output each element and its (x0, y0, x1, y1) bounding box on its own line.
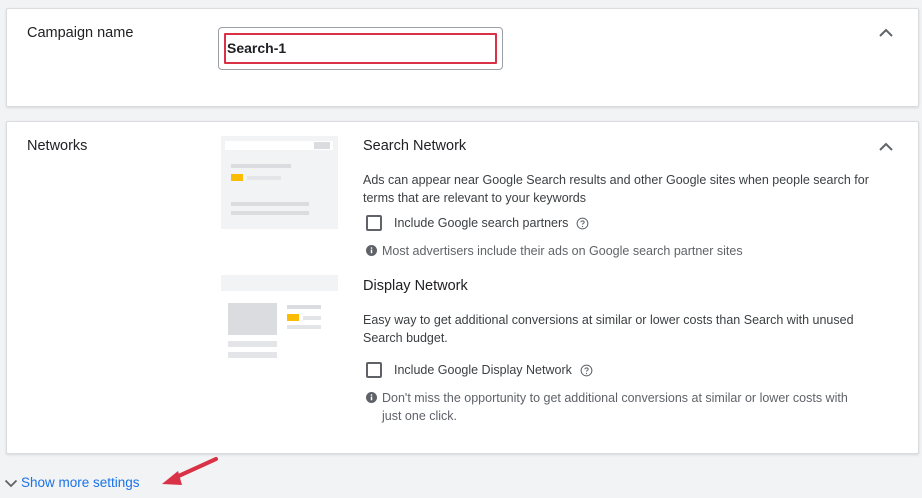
info-circle-icon (366, 392, 377, 403)
show-more-settings-label: Show more settings (21, 475, 140, 490)
display-network-description: Easy way to get additional conversions a… (363, 313, 854, 345)
illus-line (287, 325, 321, 329)
display-network-checkbox[interactable] (366, 362, 382, 378)
search-partners-info-text: Most advertisers include their ads on Go… (382, 244, 743, 258)
chevron-up-icon[interactable] (878, 25, 894, 41)
illus-ad-badge (231, 174, 243, 181)
display-network-checkbox-row[interactable]: Include Google Display Network (366, 362, 593, 378)
display-network-label: Include Google Display Network (394, 363, 572, 377)
illus-image-block (228, 303, 277, 335)
illus-line (247, 176, 281, 180)
campaign-name-input[interactable] (227, 36, 487, 60)
help-circle-icon[interactable] (576, 217, 589, 230)
campaign-name-field[interactable] (218, 27, 503, 70)
illus-line (303, 316, 321, 320)
illus-line (231, 211, 309, 215)
help-circle-icon[interactable] (580, 364, 593, 377)
search-partners-checkbox-row[interactable]: Include Google search partners (366, 215, 589, 231)
display-network-illustration (221, 275, 338, 368)
illus-ad-badge (287, 314, 299, 321)
red-arrow (162, 457, 218, 485)
display-network-info: Don't miss the opportunity to get additi… (366, 389, 856, 425)
illus-line (228, 352, 277, 358)
illus-line (228, 341, 277, 347)
illus-search-button (314, 142, 330, 149)
display-network-info-text: Don't miss the opportunity to get additi… (382, 391, 848, 423)
illus-line (231, 202, 309, 206)
networks-card: Networks Search Network Ads can appear n… (6, 121, 919, 454)
search-partners-checkbox[interactable] (366, 215, 382, 231)
chevron-down-icon (4, 479, 18, 487)
info-circle-icon (366, 245, 377, 256)
search-network-description: Ads can appear near Google Search result… (363, 173, 869, 205)
campaign-name-label: Campaign name (27, 25, 134, 41)
illus-line (231, 164, 291, 168)
search-network-illustration (221, 136, 338, 229)
networks-label: Networks (27, 138, 88, 154)
campaign-name-card: Campaign name (6, 8, 919, 107)
search-network-title: Search Network (363, 138, 467, 154)
chevron-up-icon[interactable] (878, 139, 894, 155)
show-more-settings-link[interactable]: Show more settings (4, 475, 140, 490)
search-partners-label: Include Google search partners (394, 216, 569, 230)
display-network-title: Display Network (363, 278, 468, 294)
search-partners-info: Most advertisers include their ads on Go… (366, 242, 856, 260)
illus-line (287, 305, 321, 309)
